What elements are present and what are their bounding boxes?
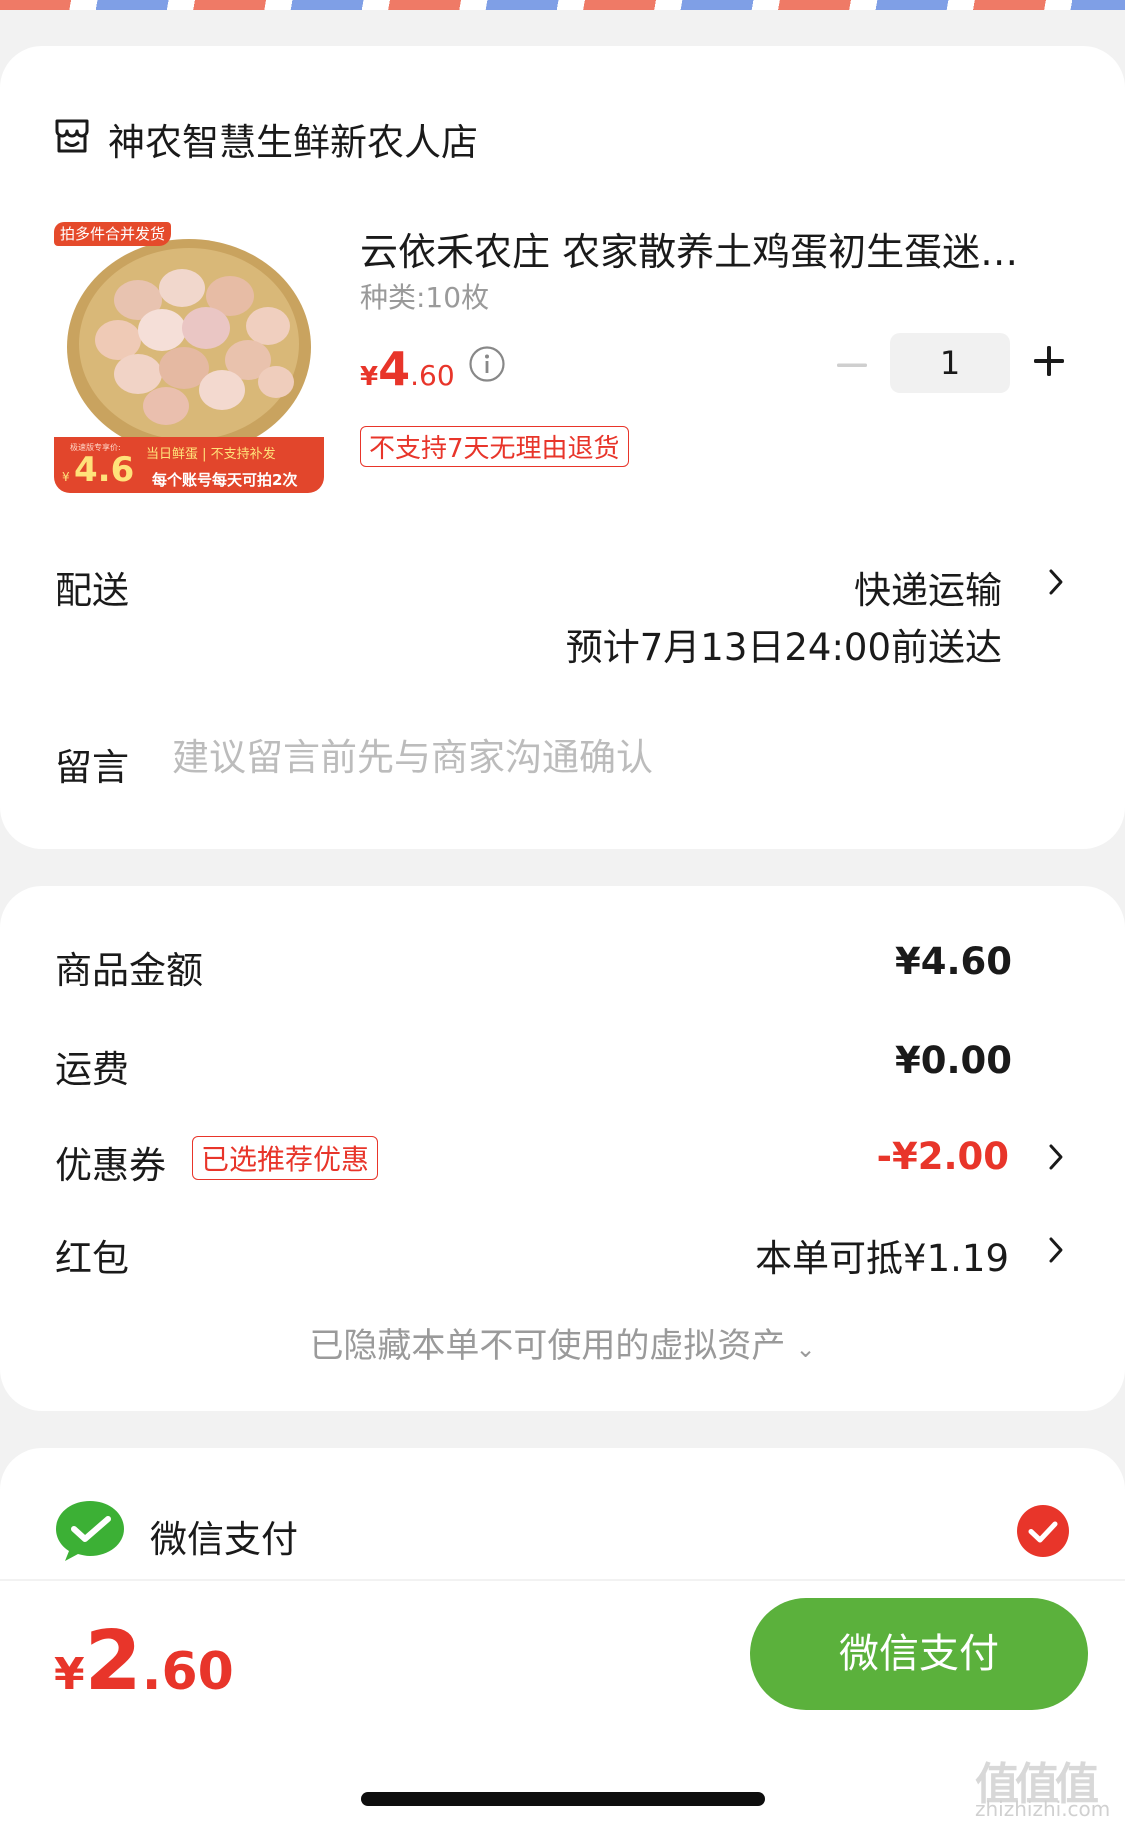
return-policy-tag: 不支持7天无理由退货 [360, 426, 629, 467]
shipping-label: 运费 [55, 1048, 129, 1091]
message-label: 留言 [55, 746, 129, 789]
product-spec: 种类:10枚 [360, 281, 490, 314]
coupon-value[interactable]: -¥2.00 [877, 1135, 1009, 1178]
total-symbol: ¥ [54, 1649, 85, 1700]
minus-icon[interactable] [835, 348, 869, 382]
chevron-right-icon[interactable] [1047, 567, 1065, 597]
delivery-label: 配送 [55, 569, 129, 612]
pay-button[interactable]: 微信支付 [750, 1598, 1088, 1710]
goods-amount-label: 商品金额 [55, 949, 203, 992]
shop-icon [55, 119, 89, 153]
promo-yen: ¥ [62, 470, 70, 484]
product-price: ¥4.60 [360, 342, 455, 396]
total-decimal: .60 [141, 1642, 234, 1702]
chevron-right-icon[interactable] [1047, 1235, 1065, 1265]
chevron-right-icon[interactable] [1047, 1142, 1065, 1172]
info-icon[interactable] [468, 345, 506, 383]
total-price: ¥2.60 [54, 1614, 234, 1709]
envelope-stripe [0, 0, 1125, 10]
red-packet-value[interactable]: 本单可抵¥1.19 [755, 1228, 1009, 1282]
total-integer: 2 [84, 1614, 142, 1709]
plus-icon[interactable] [1032, 344, 1066, 378]
price-decimal: .60 [410, 359, 455, 392]
product-title[interactable]: 云依禾农庄 农家散养土鸡蛋初生蛋迷… [360, 221, 1050, 276]
divider [0, 1579, 1125, 1581]
wechat-pay-label[interactable]: 微信支付 [150, 1509, 298, 1563]
coupon-recommended-tag: 已选推荐优惠 [192, 1136, 379, 1180]
red-packet-label: 红包 [55, 1237, 129, 1280]
coupon-label: 优惠券 [55, 1144, 166, 1187]
quantity-value[interactable]: 1 [890, 333, 1010, 393]
shop-name[interactable]: 神农智慧生鲜新农人店 [108, 112, 478, 166]
promo-line-2: 每个账号每天可拍2次 [152, 471, 298, 489]
promo-line-1: 当日鲜蛋 | 不支持补发 [146, 447, 276, 462]
home-indicator[interactable] [361, 1792, 765, 1806]
shipping-value: ¥0.00 [894, 1039, 1012, 1082]
promo-price: 4.6 [74, 450, 135, 490]
delivery-eta: 预计7月13日24:00前送达 [565, 626, 1002, 669]
hidden-assets-toggle[interactable]: 已隐藏本单不可使用的虚拟资产 ⌄ [0, 1318, 1125, 1367]
check-circle-icon[interactable] [1016, 1504, 1070, 1558]
chevron-down-icon: ⌄ [795, 1335, 816, 1363]
message-input[interactable] [172, 732, 1052, 782]
wechat-pay-icon [56, 1501, 124, 1561]
watermark-url: zhizhizhi.com [975, 1797, 1111, 1821]
hidden-assets-text: 已隐藏本单不可使用的虚拟资产 [309, 1326, 786, 1366]
price-integer: 4 [378, 342, 411, 396]
goods-amount-value: ¥4.60 [894, 940, 1012, 983]
delivery-method[interactable]: 快递运输 [854, 560, 1002, 614]
price-symbol: ¥ [360, 362, 379, 392]
merge-shipping-tag: 拍多件合并发货 [54, 222, 172, 246]
